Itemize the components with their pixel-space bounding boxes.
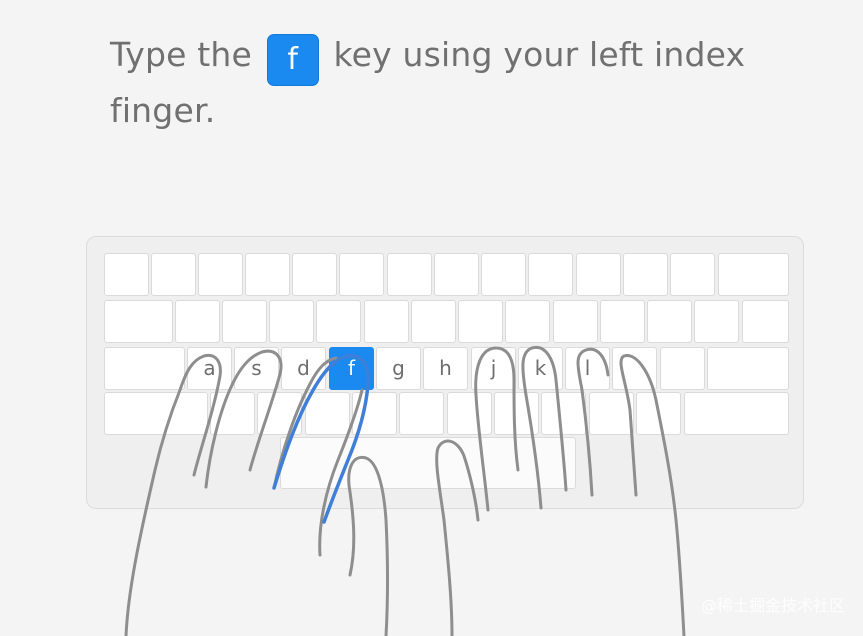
key-s: s (234, 347, 279, 390)
key (541, 392, 586, 435)
key-f-active: f (329, 347, 374, 390)
key (151, 253, 196, 296)
key (316, 300, 361, 343)
key-g: g (376, 347, 421, 390)
key (458, 300, 503, 343)
key-d: d (281, 347, 326, 390)
key (742, 300, 789, 343)
key (305, 392, 350, 435)
lesson-instruction: Type the f key using your left index fin… (110, 30, 790, 136)
key-k: k (518, 347, 563, 390)
key (222, 300, 267, 343)
key (670, 253, 715, 296)
key (257, 392, 302, 435)
key (647, 300, 692, 343)
key-a: a (187, 347, 232, 390)
key-shift-left (104, 392, 208, 435)
key (494, 392, 539, 435)
key-h: h (423, 347, 468, 390)
watermark: @稀土掘金技术社区 (700, 596, 845, 615)
key (269, 300, 314, 343)
key (198, 253, 243, 296)
key (339, 253, 384, 296)
key (612, 347, 657, 390)
key (245, 253, 290, 296)
key (576, 253, 621, 296)
key (528, 253, 573, 296)
key (660, 347, 705, 390)
key (434, 253, 479, 296)
key (623, 253, 668, 296)
key (175, 300, 220, 343)
key (505, 300, 550, 343)
key-caps-lock (104, 347, 185, 390)
key (104, 300, 173, 343)
key (399, 392, 444, 435)
instruction-prefix: Type the (110, 35, 253, 74)
key-space (280, 437, 576, 489)
keyboard: a s d f g h j k l (86, 236, 804, 509)
key (447, 392, 492, 435)
key-enter (707, 347, 789, 390)
key (104, 253, 149, 296)
typing-lesson-stage: Type the f key using your left index fin… (0, 0, 863, 636)
key (352, 392, 397, 435)
key (718, 253, 789, 296)
key (694, 300, 739, 343)
key (636, 392, 681, 435)
key (292, 253, 337, 296)
key (387, 253, 432, 296)
key-j: j (471, 347, 516, 390)
instruction-key-badge: f (266, 34, 319, 86)
key (364, 300, 409, 343)
key (600, 300, 645, 343)
key-l: l (565, 347, 610, 390)
key (210, 392, 255, 435)
key (589, 392, 634, 435)
key (481, 253, 526, 296)
key (411, 300, 456, 343)
key-shift-right (684, 392, 789, 435)
key (553, 300, 598, 343)
